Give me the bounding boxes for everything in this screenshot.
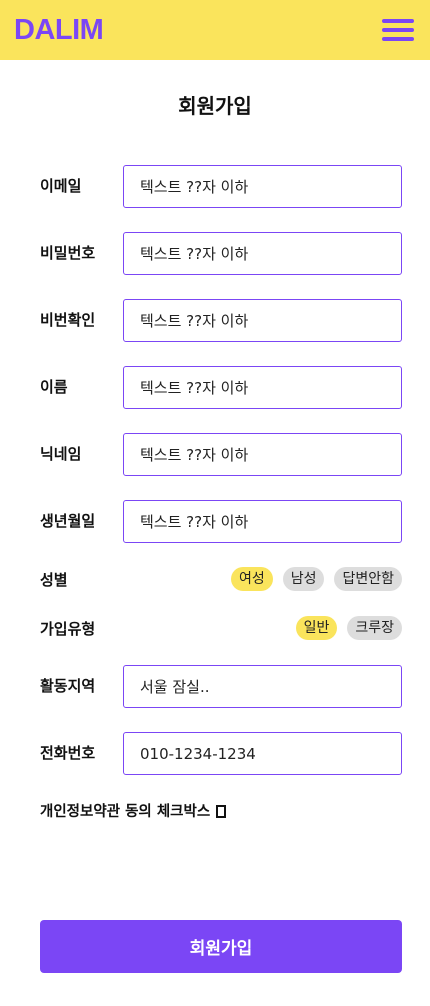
password-field[interactable] <box>123 232 402 275</box>
app-header: DALIM <box>0 0 430 60</box>
password-confirm-row: 비번확인 <box>40 299 402 342</box>
phone-label: 전화번호 <box>40 744 96 762</box>
join-type-chip-crew-leader[interactable]: 크루장 <box>347 616 402 640</box>
gender-chip-female[interactable]: 여성 <box>230 567 273 591</box>
birthdate-row: 생년월일 <box>40 500 402 543</box>
name-row: 이름 <box>40 366 402 409</box>
gender-options: 여성 남성 답변안함 <box>230 567 402 591</box>
password-confirm-label: 비번확인 <box>40 311 96 329</box>
name-field[interactable] <box>123 366 402 409</box>
menu-bar <box>382 37 414 41</box>
nickname-label: 닉네임 <box>40 445 82 463</box>
menu-bar <box>382 28 414 32</box>
logo[interactable]: DALIM <box>14 12 104 48</box>
join-type-row: 가입유형 일반 크루장 <box>40 616 402 642</box>
nickname-row: 닉네임 <box>40 433 402 476</box>
birthdate-label: 생년월일 <box>40 512 96 530</box>
gender-chip-no-answer[interactable]: 답변안함 <box>334 567 402 591</box>
consent-label: 개인정보약관 동의 체크박스 <box>40 804 211 820</box>
consent-checkbox[interactable] <box>216 805 227 818</box>
region-label: 활동지역 <box>40 677 96 695</box>
birthdate-field[interactable] <box>123 500 402 543</box>
region-field[interactable] <box>123 665 402 708</box>
hamburger-menu-icon[interactable] <box>382 19 414 41</box>
email-label: 이메일 <box>40 177 82 195</box>
consent-row: 개인정보약관 동의 체크박스 <box>40 800 227 824</box>
nickname-field[interactable] <box>123 433 402 476</box>
email-field[interactable] <box>123 165 402 208</box>
phone-field[interactable] <box>123 732 402 775</box>
gender-row: 성별 여성 남성 답변안함 <box>40 567 402 593</box>
phone-row: 전화번호 <box>40 732 402 775</box>
password-label: 비밀번호 <box>40 244 96 262</box>
page-title: 회원가입 <box>178 94 252 118</box>
join-type-options: 일반 크루장 <box>295 616 402 640</box>
password-confirm-field[interactable] <box>123 299 402 342</box>
signup-submit-button[interactable]: 회원가입 <box>40 920 402 973</box>
join-type-chip-general[interactable]: 일반 <box>295 616 338 640</box>
menu-bar <box>382 19 414 23</box>
gender-chip-male[interactable]: 남성 <box>282 567 325 591</box>
region-row: 활동지역 <box>40 665 402 708</box>
email-row: 이메일 <box>40 165 402 208</box>
join-type-label: 가입유형 <box>40 620 96 638</box>
password-row: 비밀번호 <box>40 232 402 275</box>
gender-label: 성별 <box>40 571 68 589</box>
name-label: 이름 <box>40 378 68 396</box>
